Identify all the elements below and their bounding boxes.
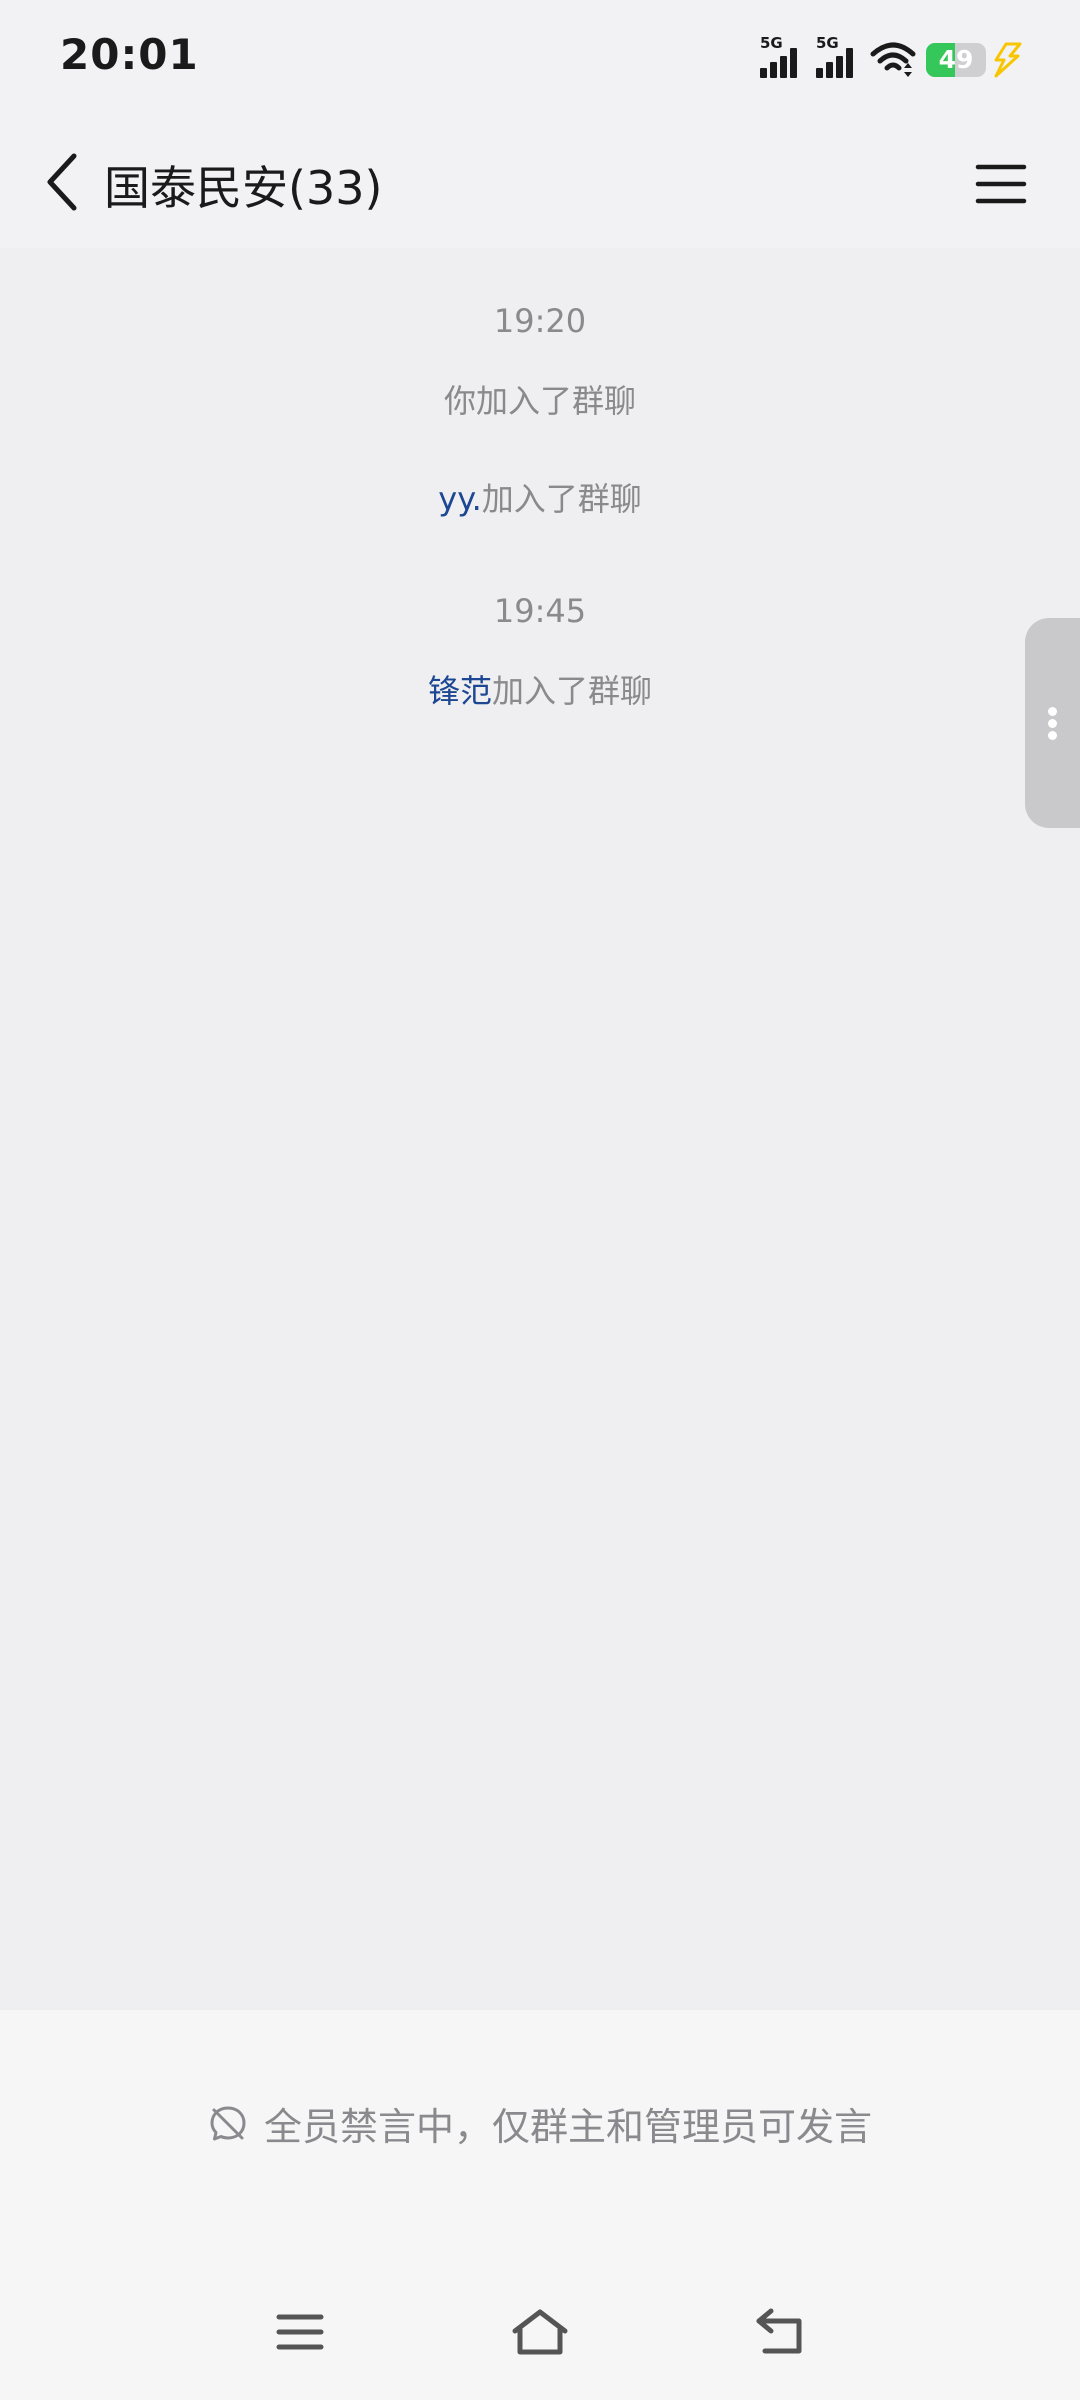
recent-apps-button[interactable] — [260, 2292, 340, 2372]
chat-timestamp: 19:45 — [493, 592, 587, 630]
hamburger-menu-icon — [975, 164, 1027, 204]
system-nav-bar — [0, 2270, 1080, 2400]
home-button[interactable] — [500, 2292, 580, 2372]
chat-header: 国泰民安(33) — [0, 118, 1080, 248]
muted-chat-icon — [210, 2106, 246, 2140]
system-message: yy.加入了群聊 — [0, 474, 1080, 520]
signal-icon: 5G — [758, 34, 804, 82]
signal-label: 5G — [816, 34, 839, 52]
system-message-text: 加入了群聊 — [492, 672, 653, 710]
signal-label: 5G — [760, 34, 783, 52]
home-icon — [512, 2309, 568, 2355]
wifi-icon — [870, 42, 916, 77]
member-name-link[interactable]: yy. — [438, 480, 481, 518]
muted-notice-text: 全员禁言中，仅群主和管理员可发言 — [263, 2105, 872, 2149]
group-title[interactable]: 国泰民安(33) — [104, 152, 382, 218]
battery-icon: 49 — [926, 43, 986, 77]
system-message-text: 你加入了群聊 — [443, 382, 636, 420]
status-icons: 5G 5G 49 — [758, 34, 1022, 82]
status-bar: 20:01 5G 5G 49 — [0, 0, 1080, 118]
signal-icon: 5G — [814, 34, 860, 82]
side-panel-handle[interactable] — [1025, 618, 1080, 828]
system-message: 锋范加入了群聊 — [0, 666, 1080, 712]
battery-percent: 49 — [938, 45, 974, 74]
back-icon — [756, 2308, 802, 2354]
system-message: 你加入了群聊 — [0, 376, 1080, 422]
chevron-left-icon — [47, 153, 77, 211]
back-button[interactable] — [30, 146, 94, 218]
chat-timestamp: 19:20 — [493, 302, 587, 340]
input-area-muted: 全员禁言中，仅群主和管理员可发言 — [0, 2010, 1080, 2270]
nav-back-button[interactable] — [740, 2292, 820, 2372]
muted-notice: 全员禁言中，仅群主和管理员可发言 — [0, 2096, 1080, 2151]
status-time: 20:01 — [60, 30, 199, 79]
charging-icon — [994, 42, 1022, 78]
chat-messages[interactable]: 19:20 你加入了群聊 yy.加入了群聊 19:45 锋范加入了群聊 — [0, 248, 1080, 2010]
system-message-text: 加入了群聊 — [481, 480, 642, 518]
chat-screen: 20:01 5G 5G 49 国泰民安(33) 19:20 你加入了群聊 yy.… — [0, 0, 1080, 2400]
member-name-link[interactable]: 锋范 — [428, 672, 492, 710]
menu-button[interactable] — [966, 154, 1036, 214]
recent-apps-icon — [276, 2314, 324, 2350]
